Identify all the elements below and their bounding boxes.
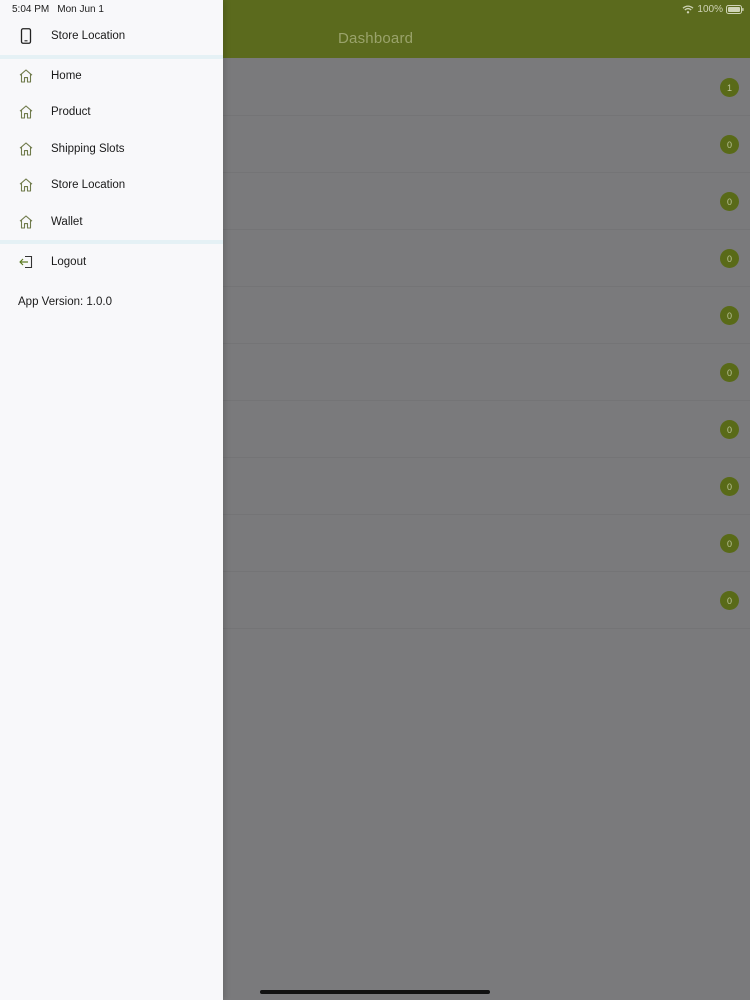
phone-icon — [17, 27, 35, 45]
navigation-drawer: 5:04 PM Mon Jun 1 Store Location Home Pr… — [0, 0, 223, 1000]
logout-icon — [17, 253, 35, 271]
status-date: Mon Jun 1 — [57, 4, 104, 15]
home-indicator[interactable] — [260, 990, 490, 994]
drawer-item-product[interactable]: Product — [0, 94, 223, 130]
home-icon — [17, 103, 35, 121]
count-badge: 0 — [720, 420, 739, 439]
home-icon — [17, 213, 35, 231]
status-time: 5:04 PM — [12, 4, 50, 15]
count-badge: 0 — [720, 477, 739, 496]
drawer-header-store-location[interactable]: Store Location — [0, 18, 223, 54]
status-bar-left: 5:04 PM Mon Jun 1 — [12, 4, 104, 15]
drawer-item-logout[interactable]: Logout — [0, 244, 223, 280]
status-right: 100% — [682, 4, 744, 15]
drawer-item-label: Product — [51, 106, 91, 118]
drawer-item-label: Logout — [51, 256, 87, 268]
drawer-item-shipping-slots[interactable]: Shipping Slots — [0, 131, 223, 167]
drawer-header-label: Store Location — [51, 30, 126, 42]
count-badge: 0 — [720, 306, 739, 325]
count-badge: 1 — [720, 78, 739, 97]
count-badge: 0 — [720, 363, 739, 382]
drawer-item-store-location[interactable]: Store Location — [0, 167, 223, 203]
drawer-item-label: Home — [51, 70, 82, 82]
count-badge: 0 — [720, 249, 739, 268]
drawer-item-label: Wallet — [51, 216, 83, 228]
drawer-item-label: Store Location — [51, 179, 126, 191]
drawer-item-wallet[interactable]: Wallet — [0, 204, 223, 240]
count-badge: 0 — [720, 192, 739, 211]
count-badge: 0 — [720, 534, 739, 553]
drawer-item-home[interactable]: Home — [0, 58, 223, 94]
home-icon — [17, 140, 35, 158]
wifi-icon — [682, 5, 694, 14]
home-icon — [17, 67, 35, 85]
page-title: Dashboard — [338, 30, 414, 47]
battery-percent: 100% — [697, 4, 723, 15]
count-badge: 0 — [720, 591, 739, 610]
app-version: App Version: 1.0.0 — [18, 296, 112, 308]
home-icon — [17, 176, 35, 194]
count-badge: 0 — [720, 135, 739, 154]
drawer-item-label: Shipping Slots — [51, 143, 125, 155]
battery-icon — [726, 5, 744, 14]
